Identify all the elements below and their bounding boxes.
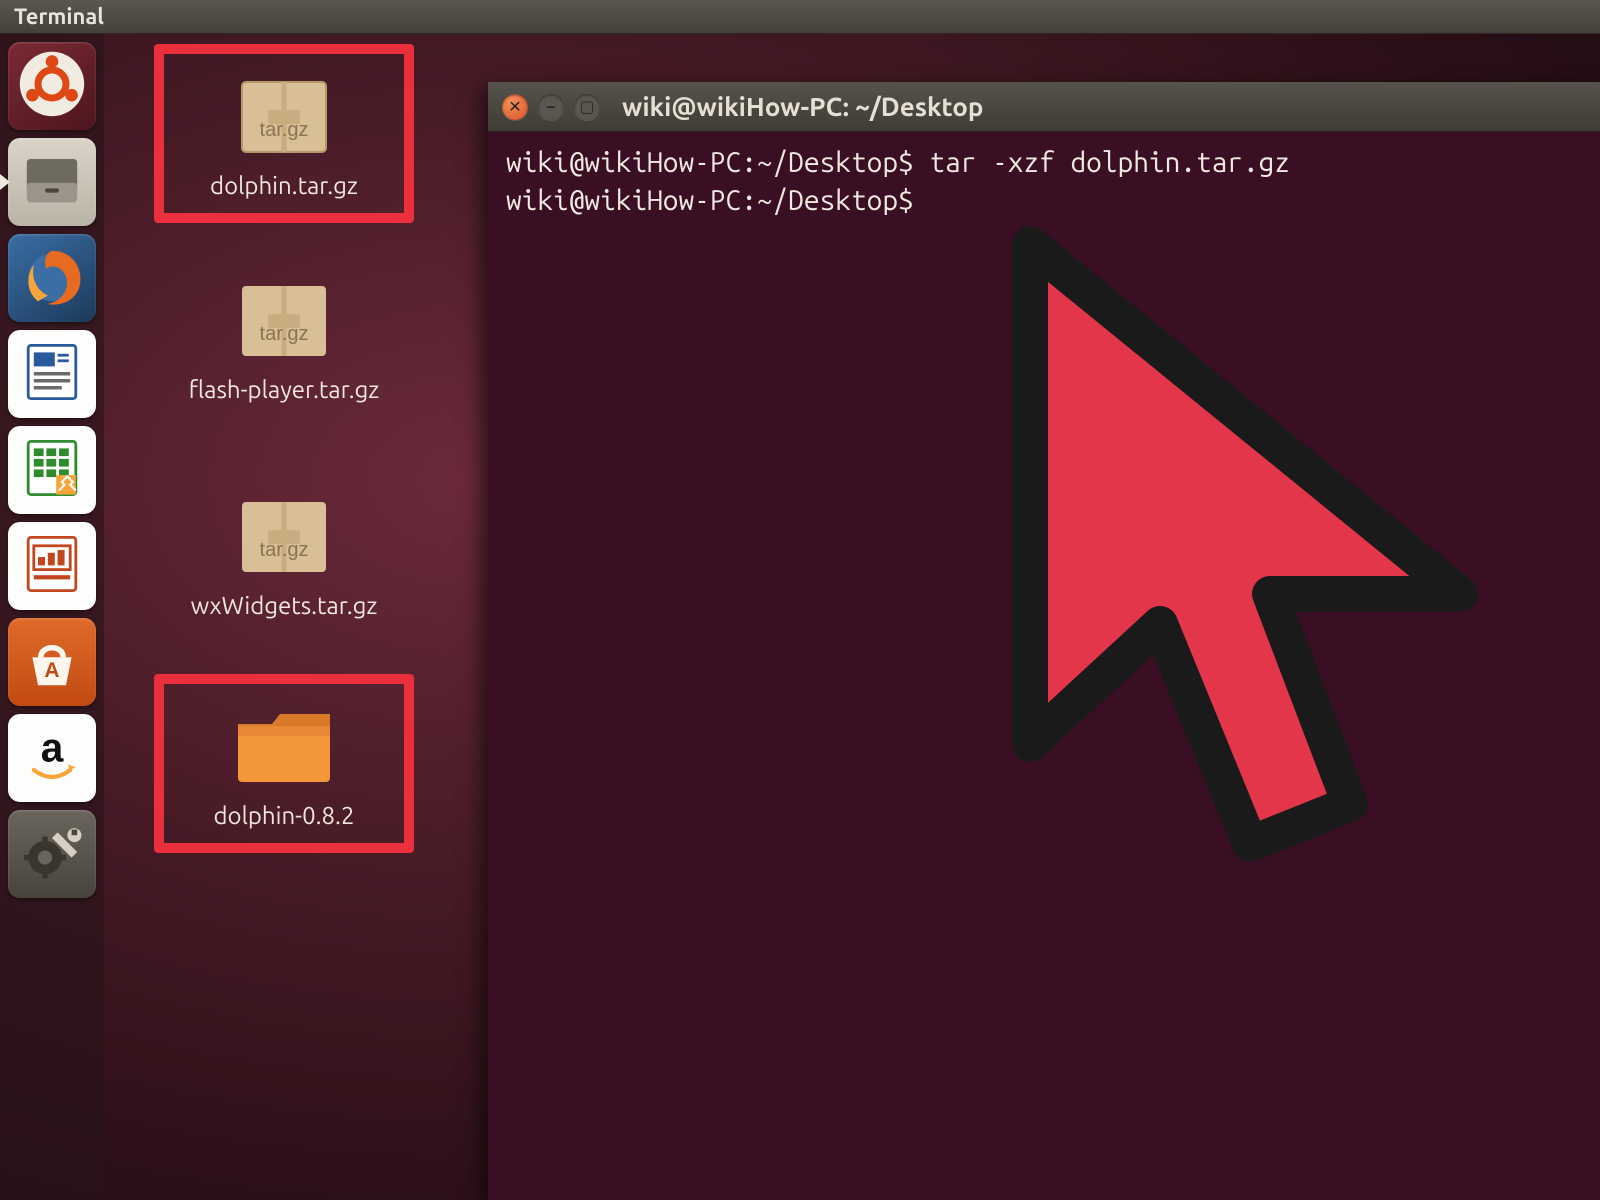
terminal-line: wiki@wikiHow-PC:~/Desktop$ — [506, 185, 914, 216]
terminal-title: wiki@wikiHow-PC: ~/Desktop — [622, 92, 983, 121]
archive-icon: tar.gz — [224, 484, 344, 584]
running-indicator-icon — [0, 174, 10, 190]
launcher-amazon[interactable]: a — [8, 714, 96, 802]
firefox-icon — [17, 241, 87, 315]
gear-wrench-icon — [17, 817, 87, 891]
folder-icon — [224, 694, 344, 794]
launcher: A a — [0, 34, 104, 1200]
launcher-firefox[interactable] — [8, 234, 96, 322]
launcher-dash[interactable] — [8, 42, 96, 130]
archive-icon: tar.gz — [224, 268, 344, 368]
terminal-line: wiki@wikiHow-PC:~/Desktop$ tar -xzf dolp… — [506, 147, 1290, 178]
minimize-icon: – — [547, 98, 555, 116]
desktop-file-dolphin-targz[interactable]: tar.gz dolphin.tar.gz — [154, 44, 414, 223]
desktop-file-wxwidgets-targz[interactable]: tar.gz wxWidgets.tar.gz — [154, 484, 414, 619]
svg-text:A: A — [44, 659, 59, 682]
illustration-cursor-overlay — [970, 204, 1530, 904]
launcher-writer[interactable] — [8, 330, 96, 418]
desktop-file-flashplayer-targz[interactable]: tar.gz flash-player.tar.gz — [154, 268, 414, 403]
desktop[interactable]: tar.gz dolphin.tar.gz tar.gz flash-playe… — [104, 34, 1600, 1200]
terminal-titlebar[interactable]: ✕ – ▢ wiki@wikiHow-PC: ~/Desktop — [488, 82, 1600, 132]
maximize-icon: ▢ — [579, 97, 594, 116]
close-icon: ✕ — [508, 97, 521, 116]
top-menubar: Terminal — [0, 0, 1600, 34]
desktop-file-label: dolphin.tar.gz — [168, 172, 400, 199]
desktop-folder-dolphin[interactable]: dolphin-0.8.2 — [154, 674, 414, 853]
svg-text:tar.gz: tar.gz — [260, 119, 309, 141]
desktop-file-label: flash-player.tar.gz — [154, 376, 414, 403]
window-maximize-button[interactable]: ▢ — [574, 94, 600, 120]
svg-text:tar.gz: tar.gz — [260, 323, 309, 345]
ubuntu-logo-icon — [17, 49, 87, 123]
writer-icon — [17, 337, 87, 411]
launcher-impress[interactable] — [8, 522, 96, 610]
launcher-settings[interactable] — [8, 810, 96, 898]
impress-icon — [17, 529, 87, 603]
launcher-files[interactable] — [8, 138, 96, 226]
software-center-icon: A — [17, 625, 87, 699]
window-minimize-button[interactable]: – — [538, 94, 564, 120]
calc-icon — [17, 433, 87, 507]
launcher-calc[interactable] — [8, 426, 96, 514]
archive-icon: tar.gz — [224, 64, 344, 164]
svg-text:a: a — [41, 725, 64, 771]
active-app-title: Terminal — [14, 4, 104, 29]
svg-text:tar.gz: tar.gz — [260, 539, 309, 561]
amazon-icon: a — [17, 721, 87, 795]
desktop-file-label: wxWidgets.tar.gz — [154, 592, 414, 619]
launcher-software-center[interactable]: A — [8, 618, 96, 706]
window-close-button[interactable]: ✕ — [502, 94, 528, 120]
file-manager-icon — [17, 145, 87, 219]
desktop-folder-label: dolphin-0.8.2 — [168, 802, 400, 829]
